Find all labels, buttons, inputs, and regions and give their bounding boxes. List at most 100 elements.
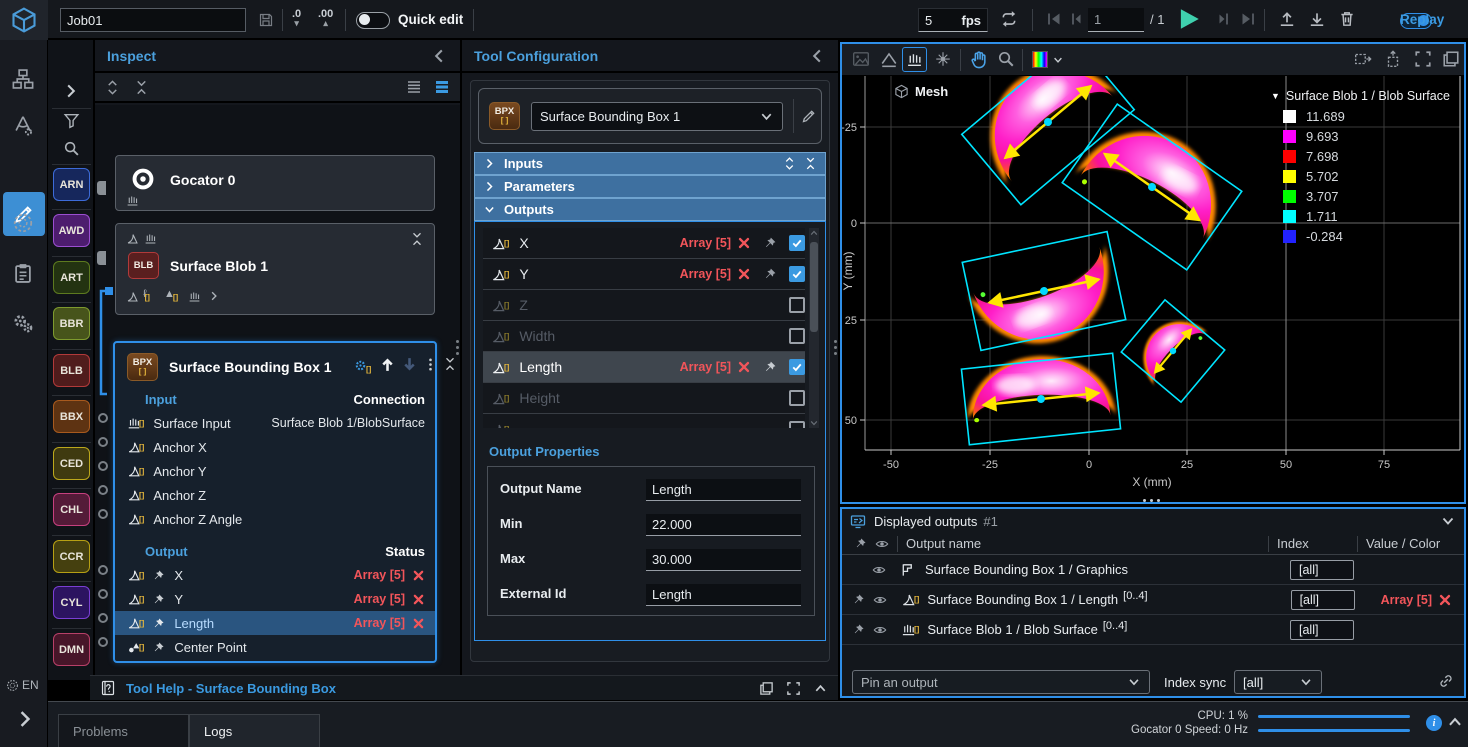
app-logo[interactable] — [0, 0, 48, 40]
skip-to-start-icon[interactable] — [1046, 11, 1062, 27]
panel-splitter[interactable] — [456, 340, 460, 355]
expand-panel-icon[interactable] — [14, 708, 36, 730]
surface-bounding-box-card[interactable]: BPX [ ] Surface Bounding Box 1 [] Input … — [113, 341, 437, 663]
section-inputs[interactable]: Inputs — [474, 152, 826, 175]
collapse-panel-icon[interactable] — [1440, 513, 1456, 529]
output-toggle-row-z[interactable]: [] Z — [483, 290, 805, 321]
input-port[interactable] — [98, 509, 108, 519]
layers-icon[interactable] — [1442, 50, 1460, 68]
tool-badge-chl[interactable]: CHL — [53, 493, 90, 526]
download-icon[interactable] — [1308, 10, 1326, 28]
output-port[interactable] — [98, 589, 108, 599]
quick-edit-toggle[interactable] — [356, 12, 390, 29]
pin-icon[interactable] — [763, 236, 777, 250]
tool-badge-awd[interactable]: AWD — [53, 214, 90, 247]
move-up-icon[interactable] — [379, 356, 396, 373]
pan-hand-icon[interactable] — [970, 50, 989, 69]
output-checkbox-checked[interactable] — [789, 235, 805, 251]
skip-to-end-icon[interactable] — [1240, 11, 1256, 27]
list-view-icon[interactable] — [406, 79, 422, 95]
kebab-menu-icon[interactable] — [423, 357, 438, 372]
pipeline-network-icon[interactable] — [12, 68, 34, 90]
output-row-center-point[interactable]: [] Center Point — [115, 635, 435, 659]
tool-badge-blb[interactable]: BLB — [53, 354, 90, 387]
frame-field[interactable]: 1 — [1088, 8, 1144, 32]
save-icon[interactable] — [258, 12, 274, 28]
collapse-all-icon[interactable] — [804, 157, 817, 170]
step-forward-icon[interactable] — [1216, 11, 1232, 27]
scroll-down-icon[interactable] — [809, 418, 819, 428]
surface-blob-card[interactable]: BLB Surface Blob 1 ℓ[] ▲[] — [115, 223, 435, 315]
clipboard-report-icon[interactable] — [12, 262, 34, 284]
eye-icon[interactable] — [873, 623, 887, 637]
job-name-input[interactable] — [60, 8, 246, 32]
tool-badge-arn[interactable]: ARN — [53, 168, 90, 201]
colormap-dropdown[interactable] — [1032, 51, 1064, 68]
outputs-scrollbar[interactable] — [809, 228, 819, 428]
output-row-x[interactable]: [] X Array [5] — [115, 563, 435, 587]
language-selector[interactable]: EN — [6, 678, 39, 692]
displayed-output-row-length[interactable]: [] Surface Bounding Box 1 / Length [0..4… — [842, 585, 1464, 615]
displayed-output-row-blob-surface[interactable]: [] Surface Blob 1 / Blob Surface [0..4] … — [842, 615, 1464, 645]
pin-an-output-dropdown[interactable]: Pin an output — [852, 670, 1150, 694]
step-back-icon[interactable] — [1068, 11, 1084, 27]
input-row-anchor-z-angle[interactable]: [] Anchor Z Angle — [115, 507, 435, 531]
tool-badge-cyl[interactable]: CYL — [53, 586, 90, 619]
output-toggle-row-width[interactable]: [] Width — [483, 321, 805, 352]
output-checkbox-checked[interactable] — [789, 359, 805, 375]
output-checkbox-unchecked[interactable] — [789, 421, 805, 428]
section-outputs[interactable]: Outputs — [474, 198, 826, 221]
external-id-input[interactable] — [646, 584, 801, 606]
globe-output-icon[interactable] — [12, 212, 34, 234]
fps-field[interactable]: 5 fps — [918, 8, 988, 32]
pin-icon[interactable] — [152, 593, 165, 606]
link-icon[interactable] — [1438, 673, 1454, 689]
expand-up-icon[interactable] — [813, 681, 828, 696]
tool-badge-bbx[interactable]: BBX — [53, 400, 90, 433]
decimal-decrease-button[interactable]: .0▾ — [292, 10, 301, 28]
profile-view-icon[interactable] — [880, 50, 898, 68]
index-selector[interactable]: [all] — [1290, 620, 1354, 640]
collapse-panel-icon[interactable] — [430, 47, 448, 65]
input-row-anchor-y[interactable]: [] Anchor Y — [115, 459, 435, 483]
input-row-surface-input[interactable]: [] Surface Input Surface Blob 1/BlobSurf… — [115, 411, 435, 435]
eye-icon[interactable] — [873, 593, 887, 607]
loop-icon[interactable] — [1000, 10, 1018, 28]
tool-badge-art[interactable]: ART — [53, 261, 90, 294]
pin-icon[interactable] — [852, 623, 865, 636]
sensor-setup-icon[interactable] — [12, 114, 34, 136]
tool-help-bar[interactable]: Tool Help - Surface Bounding Box — [90, 675, 838, 700]
pin-icon[interactable] — [763, 267, 777, 281]
card-view-icon-active[interactable] — [434, 79, 450, 95]
output-toggle-row-y[interactable]: [] Y Array [5] — [483, 259, 805, 290]
settings-gears-icon[interactable] — [12, 312, 34, 334]
output-checkbox-checked[interactable] — [789, 266, 805, 282]
info-icon[interactable]: i — [1426, 715, 1442, 731]
tab-problems[interactable]: Problems — [58, 714, 189, 747]
pin-icon[interactable] — [152, 641, 165, 654]
collapse-panel-icon[interactable] — [808, 47, 826, 65]
input-port[interactable] — [98, 437, 108, 447]
input-port[interactable] — [98, 413, 108, 423]
output-checkbox-unchecked[interactable] — [789, 328, 805, 344]
output-port[interactable] — [98, 613, 108, 623]
output-row-length-selected[interactable]: [] Length Array [5] — [115, 611, 435, 635]
more-outputs-icon[interactable] — [208, 290, 220, 302]
search-icon[interactable] — [63, 140, 80, 157]
tool-badge-ced[interactable]: CED — [53, 447, 90, 480]
output-port[interactable] — [98, 637, 108, 647]
input-port[interactable] — [98, 485, 108, 495]
output-toggle-row-length-selected[interactable]: [] Length Array [5] — [483, 352, 805, 383]
tool-badge-ccr[interactable]: CCR — [53, 540, 90, 573]
output-checkbox-unchecked[interactable] — [789, 297, 805, 313]
horizontal-splitter[interactable] — [1143, 499, 1160, 502]
output-toggle-row-x[interactable]: [] X Array [5] — [483, 228, 805, 259]
feature-view-icon[interactable] — [934, 50, 952, 68]
layers-icon[interactable] — [759, 681, 774, 696]
pin-icon[interactable] — [852, 593, 865, 606]
expand-all-icon[interactable] — [105, 80, 120, 95]
tool-selector-dropdown[interactable]: Surface Bounding Box 1 — [531, 102, 783, 131]
section-parameters[interactable]: Parameters — [474, 175, 826, 198]
scrollbar-thumb[interactable] — [810, 242, 818, 332]
tab-logs-active[interactable]: Logs — [189, 714, 320, 747]
